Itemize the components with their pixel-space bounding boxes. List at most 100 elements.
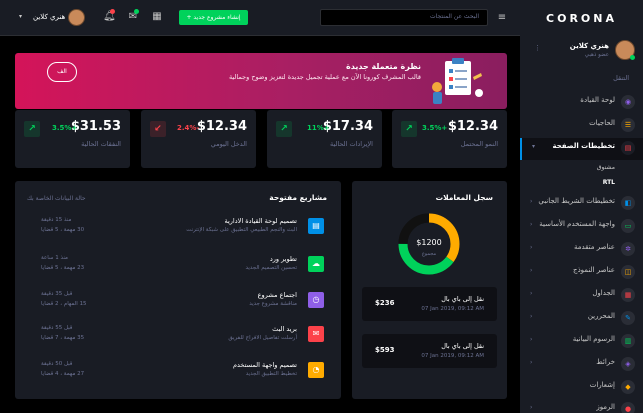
stat-label: النفقات الحالية xyxy=(81,140,121,148)
arrow-down-icon: ↙ xyxy=(150,121,166,137)
chevron-right-icon: › xyxy=(530,336,533,343)
list-item[interactable]: ▤ تصميم لوحة القيادة الادارية البث والنج… xyxy=(15,215,341,249)
user-name[interactable]: هنري كلاين xyxy=(33,13,65,21)
project-tasks: 15 المهام ، 2 قضايا xyxy=(41,301,87,307)
chevron-right-icon: › xyxy=(530,404,533,411)
donut-label: مجموع xyxy=(422,251,437,257)
chart-icon: ▥ xyxy=(621,334,635,348)
user-avatar[interactable] xyxy=(68,9,85,26)
sidebar-item-label: الجداول xyxy=(592,289,615,297)
more-icon[interactable]: ⋮ xyxy=(534,44,541,52)
create-project-button[interactable]: + إنشاء مشروع جديد xyxy=(179,10,248,25)
table-icon: ▦ xyxy=(621,288,635,302)
subitem-boxed[interactable]: مشنوق xyxy=(597,164,615,171)
project-desc: تحسين التصميم الجديد xyxy=(245,265,297,271)
sidebar-item-widgets[interactable]: ☰ الحاجيات xyxy=(520,115,643,135)
project-desc: مناقشة مشروع جديد xyxy=(249,301,297,307)
speedometer-icon: ◉ xyxy=(621,95,635,109)
stat-value: $12.34 xyxy=(196,119,247,134)
search-input[interactable]: البحث عن المنتجات xyxy=(320,9,488,26)
chevron-right-icon: › xyxy=(530,313,533,320)
sidebar-item-charts[interactable]: ▥ الرسوم البيانية › xyxy=(520,331,643,351)
list-item[interactable]: ✉ بريد البث أرسلت تفاصيل الافراج للفريق … xyxy=(15,323,341,357)
clipboard-illustration xyxy=(432,58,483,104)
stat-change: 11%+ xyxy=(307,124,330,132)
open-projects-card: مشاريع مفتوحة حالة البيانات الخاصة بك ▤ … xyxy=(15,181,341,399)
contacts-icon: ● xyxy=(621,402,635,413)
transactions-title: سجل المعاملات xyxy=(435,193,493,202)
list-item[interactable]: ◔ تصميم واجهة المستخدم تخطيط التطبيق الج… xyxy=(15,359,341,393)
email-icon: ✉ xyxy=(308,326,324,342)
chevron-right-icon: › xyxy=(530,198,533,205)
list-item[interactable]: ◷ اجتماع مشروع مناقشة مشروع جديد قبل 35 … xyxy=(15,289,341,323)
chevron-down-icon[interactable]: ▾ xyxy=(19,13,22,20)
arrow-up-icon: ↗ xyxy=(24,121,40,137)
transaction-history-card: سجل المعاملات $1200 مجموع نقل إلى باي با… xyxy=(352,181,507,399)
arrow-up-icon: ↗ xyxy=(276,121,292,137)
file-icon: ▤ xyxy=(308,218,324,234)
sidebar-item-advanced[interactable]: ✲ عناصر متقدمة › xyxy=(520,239,643,259)
stat-card-current-expenses: $31.53 3.5%+ النفقات الحالية ↗ xyxy=(15,110,130,168)
project-desc: أرسلت تفاصيل الافراج للفريق xyxy=(228,335,297,341)
sidebar-item-basic-ui[interactable]: ▭ واجهة المستخدم الأساسية › xyxy=(520,216,643,236)
project-name: تطوير ورد xyxy=(269,255,297,263)
chevron-right-icon: › xyxy=(530,267,533,274)
sidebar-item-page-layouts[interactable]: ▤ تخطيطات الصفحة ▾ xyxy=(520,138,643,160)
project-name: بريد البث xyxy=(272,325,297,333)
project-time: منذ 15 دقيقة xyxy=(41,217,72,223)
sidebar-item-forms[interactable]: ◫ عناصر النموذج › xyxy=(520,262,643,282)
grid-icon[interactable]: ▦ xyxy=(151,11,163,23)
mail-dot xyxy=(134,9,139,14)
transaction-item[interactable]: نقل إلى باي بال 07 Jan 2019, 09:12 AM $5… xyxy=(362,334,497,368)
chevron-right-icon: › xyxy=(530,221,533,228)
sidebar-item-icons[interactable]: ● الرموز › xyxy=(520,399,643,413)
project-time: قبل 35 دقيقة xyxy=(41,291,73,297)
sidebar-item-label: تخطيطات الشريط الجانبي xyxy=(538,197,615,205)
stat-label: الإيرادات الحالية xyxy=(330,140,373,148)
editor-icon: ✎ xyxy=(621,311,635,325)
app-root: هنري كلاين ▾ 🔔︎ ✉ ▦ + إنشاء مشروع جديد ا… xyxy=(0,0,643,413)
sidebar-item-sidebar-layouts[interactable]: ◧ تخطيطات الشريط الجانبي › xyxy=(520,193,643,213)
profile-name: هنري كلاين xyxy=(569,42,609,50)
projects-title: مشاريع مفتوحة xyxy=(269,193,327,202)
project-tasks: 27 مهمة ، 4 قضايا xyxy=(41,371,85,377)
online-dot xyxy=(630,55,635,60)
project-name: تصميم واجهة المستخدم xyxy=(232,361,297,369)
banner-subtitle: قالب المشرف كورونا الآن مع عملية تجميل ج… xyxy=(228,73,421,81)
stat-label: الدخل اليومي xyxy=(210,140,247,148)
stat-card-potential-growth: $12.34 3.5%+ النمو المحتمل ↗ xyxy=(392,110,507,168)
list-item[interactable]: ☁ تطوير ورد تحسين التصميم الجديد منذ 1 س… xyxy=(15,253,341,287)
form-icon: ◫ xyxy=(621,265,635,279)
arrow-up-icon: ↗ xyxy=(401,121,417,137)
sidebar-item-label: الرسوم البيانية xyxy=(572,335,615,343)
banner-button[interactable]: الف xyxy=(47,62,77,82)
brand-logo[interactable]: CORONA xyxy=(520,12,643,25)
transaction-amount: $236 xyxy=(375,299,395,307)
sidebar-icon: ◧ xyxy=(621,196,635,210)
sidebar-item-label: الحاجيات xyxy=(589,119,615,127)
clock-icon: ◷ xyxy=(308,292,324,308)
banner-title: نظرة متعملة جديدة xyxy=(345,62,421,71)
sidebar-item-label: عناصر النموذج xyxy=(573,266,615,274)
top-navbar: هنري كلاين ▾ 🔔︎ ✉ ▦ + إنشاء مشروع جديد ا… xyxy=(0,0,520,36)
sidebar-item-maps[interactable]: ◈ خرائط › xyxy=(520,354,643,374)
stat-card-current-revenue: $17.34 11%+ الإيرادات الحالية ↗ xyxy=(267,110,382,168)
sidebar-item-label: تخطيطات الصفحة xyxy=(552,142,615,150)
sidebar-item-notifications[interactable]: ◆ إشعارات xyxy=(520,377,643,397)
transaction-title: نقل إلى باي بال xyxy=(441,342,484,350)
subitem-rtl[interactable]: RTL xyxy=(603,179,615,186)
chart-line-icon: ◔ xyxy=(308,362,324,378)
stat-value: $17.34 xyxy=(322,119,373,134)
promo-banner: الف نظرة متعملة جديدة قالب المشرف كورونا… xyxy=(15,53,507,109)
cloud-download-icon: ☁ xyxy=(308,256,324,272)
settings-icon: ✲ xyxy=(621,242,635,256)
sidebar-item-editors[interactable]: ✎ المحررين › xyxy=(520,308,643,328)
menu-icon[interactable]: ≡ xyxy=(496,12,508,24)
search-placeholder: البحث عن المنتجات xyxy=(430,13,479,20)
transaction-item[interactable]: نقل إلى باي بال 07 Jan 2019, 09:12 AM $2… xyxy=(362,287,497,321)
chevron-right-icon: › xyxy=(530,359,533,366)
laptop-icon: ▭ xyxy=(621,219,635,233)
sidebar-item-tables[interactable]: ▦ الجداول › xyxy=(520,285,643,305)
sidebar-item-dashboard[interactable]: ◉ لوحة القيادة xyxy=(520,92,643,112)
project-name: تصميم لوحة القيادة الادارية xyxy=(224,217,298,225)
